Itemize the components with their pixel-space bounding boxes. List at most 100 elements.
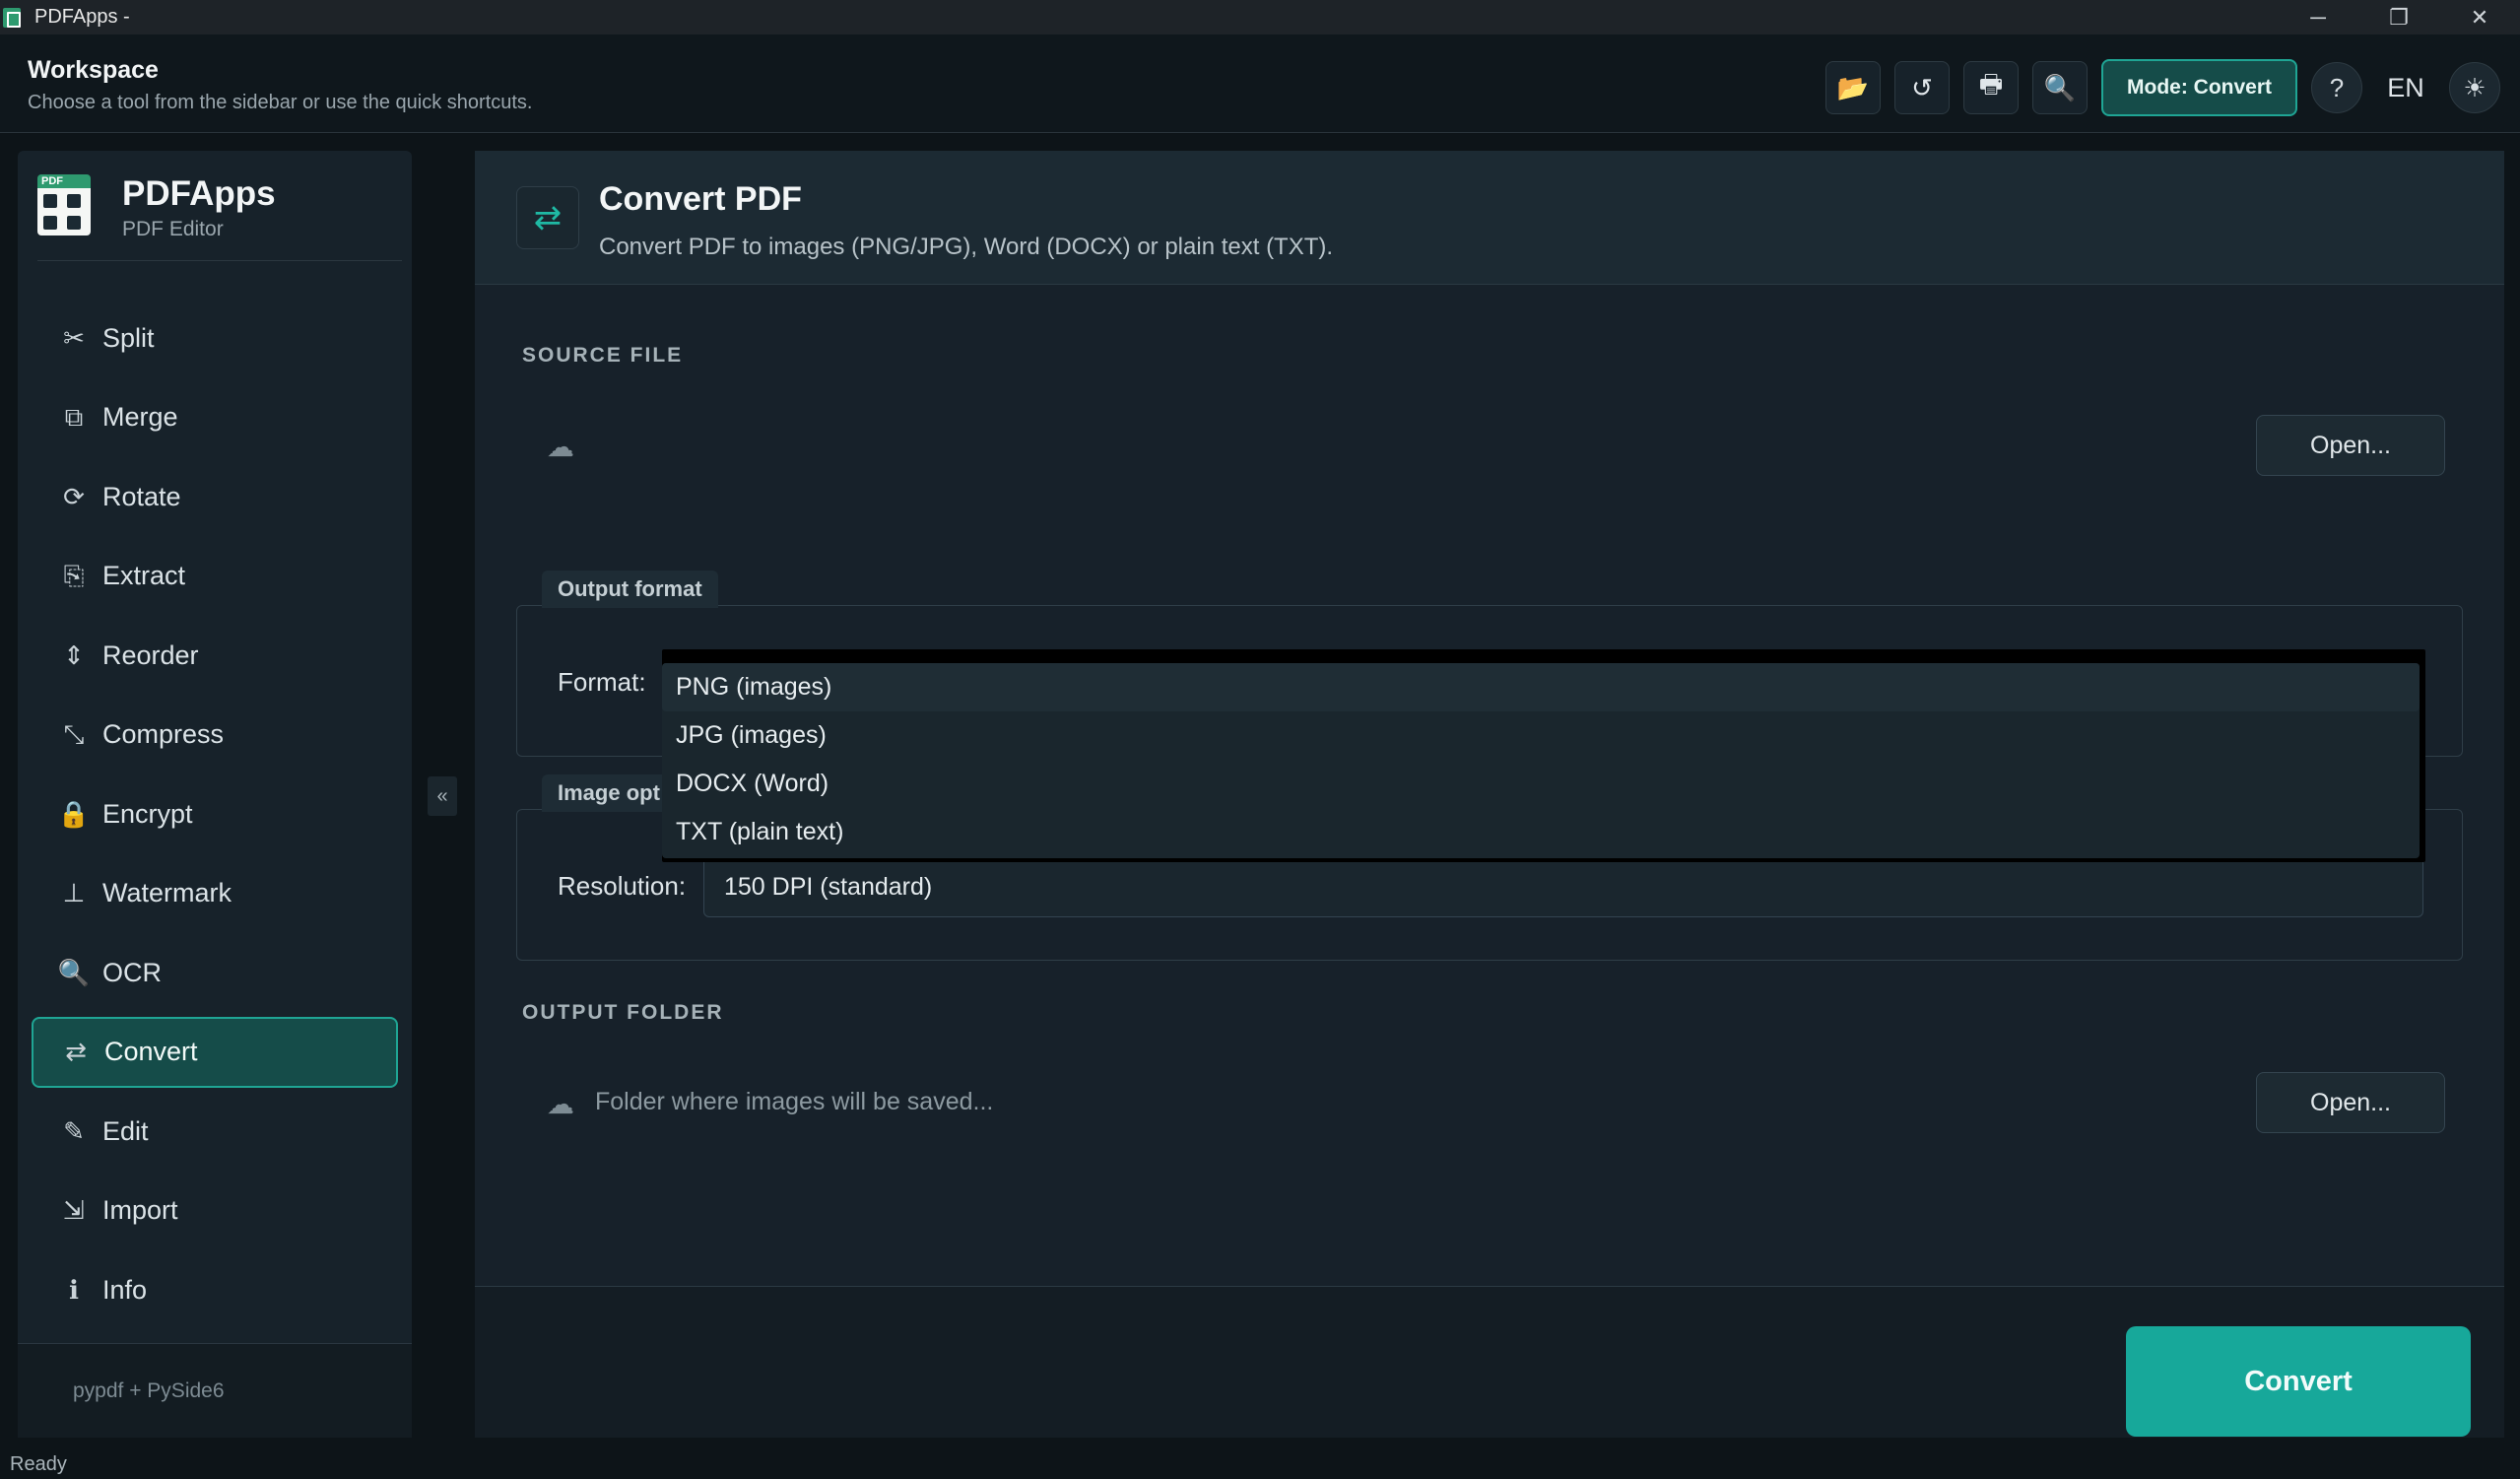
compress-icon: ⤡ bbox=[63, 718, 85, 749]
sidebar-item-merge[interactable]: ⧉ Merge bbox=[32, 382, 398, 453]
double-chevron-left-icon: « bbox=[436, 784, 448, 807]
reorder-icon: ⇕ bbox=[63, 639, 85, 670]
format-dropdown-list: PNG (images) JPG (images) DOCX (Word) TX… bbox=[662, 663, 2420, 858]
format-label: Format: bbox=[558, 667, 646, 697]
sidebar-item-ocr[interactable]: 🔍 OCR bbox=[32, 937, 398, 1008]
panel-footer: Convert bbox=[475, 1286, 2504, 1438]
sidebar-footer: pypdf + PySide6 bbox=[18, 1343, 412, 1438]
format-option-png[interactable]: PNG (images) bbox=[662, 663, 2420, 711]
sidebar-item-label: Compress bbox=[102, 719, 225, 749]
sidebar-item-reorder[interactable]: ⇕ Reorder bbox=[32, 620, 398, 691]
collapse-sidebar-button[interactable]: « bbox=[428, 776, 457, 816]
convert-button[interactable]: Convert bbox=[2126, 1326, 2471, 1437]
lock-icon: 🔒 bbox=[57, 798, 91, 829]
swap-icon: ⇄ bbox=[516, 186, 579, 249]
open-folder-button[interactable]: Open... bbox=[2256, 1072, 2445, 1133]
output-folder-path[interactable]: Folder where images will be saved... bbox=[595, 1088, 993, 1116]
resolution-label: Resolution: bbox=[558, 871, 687, 901]
output-format-group-title: Output format bbox=[542, 571, 718, 608]
sidebar-item-label: Reorder bbox=[102, 639, 199, 670]
sidebar-item-encrypt[interactable]: 🔒 Encrypt bbox=[32, 778, 398, 849]
history-button[interactable]: ↺ bbox=[1894, 61, 1950, 114]
brand-subtitle: PDF Editor bbox=[122, 218, 224, 240]
resolution-value: 150 DPI (standard) bbox=[724, 872, 933, 901]
import-icon: ⇲ bbox=[63, 1195, 85, 1225]
panel-header: ⇄ Convert PDF Convert PDF to images (PNG… bbox=[475, 151, 2504, 285]
app-icon bbox=[3, 7, 21, 28]
resolution-select[interactable]: 150 DPI (standard) bbox=[703, 856, 2423, 917]
status-bar: Ready bbox=[0, 1449, 2520, 1479]
search-icon: 🔍 bbox=[2043, 72, 2077, 102]
format-option-txt[interactable]: TXT (plain text) bbox=[662, 808, 2420, 856]
sidebar-item-import[interactable]: ⇲ Import bbox=[32, 1176, 398, 1246]
image-options-group-title: Image opt bbox=[542, 774, 676, 812]
close-button[interactable]: ✕ bbox=[2439, 0, 2520, 34]
upload-cloud-icon: ☁ bbox=[547, 431, 574, 462]
sidebar-item-label: Import bbox=[102, 1195, 178, 1225]
minimize-button[interactable]: ─ bbox=[2278, 0, 2358, 34]
sidebar-item-convert[interactable]: ⇄ Convert bbox=[32, 1016, 398, 1088]
sidebar-item-label: Info bbox=[102, 1274, 148, 1305]
logo-icon: PDF bbox=[37, 174, 91, 235]
sidebar-item-split[interactable]: ✂ Split bbox=[32, 303, 398, 373]
sidebar-item-label: Rotate bbox=[102, 481, 181, 511]
workspace-subtitle: Choose a tool from the sidebar or use th… bbox=[28, 92, 533, 113]
language-button[interactable]: EN bbox=[2376, 62, 2435, 113]
search-button[interactable]: 🔍 bbox=[2032, 61, 2088, 114]
sidebar-item-label: Encrypt bbox=[102, 798, 193, 829]
sidebar-nav: ✂ Split ⧉ Merge ⟳ Rotate ⎘ Extract ⇕ Reorder … bbox=[32, 303, 398, 1334]
sidebar-item-label: Split bbox=[102, 322, 155, 353]
sidebar-item-info[interactable]: ℹ Info bbox=[32, 1254, 398, 1325]
workspace-header: Workspace Choose a tool from the sidebar… bbox=[0, 34, 2520, 133]
theme-toggle-button[interactable]: ☀ bbox=[2449, 62, 2500, 113]
sidebar-item-label: Edit bbox=[102, 1115, 149, 1146]
panel-title: Convert PDF bbox=[599, 180, 802, 218]
upload-cloud-icon: ☁ bbox=[547, 1088, 574, 1119]
sidebar-item-label: Watermark bbox=[102, 878, 232, 908]
source-file-label: SOURCE FILE bbox=[522, 344, 684, 367]
sidebar-item-rotate[interactable]: ⟳ Rotate bbox=[32, 461, 398, 532]
maximize-button[interactable]: ❐ bbox=[2358, 0, 2439, 34]
sun-icon: ☀ bbox=[2463, 72, 2487, 102]
open-file-button[interactable]: 📂 bbox=[1825, 61, 1881, 114]
format-option-jpg[interactable]: JPG (images) bbox=[662, 711, 2420, 760]
folder-open-icon: 📂 bbox=[1836, 72, 1870, 102]
scissors-icon: ✂ bbox=[63, 322, 85, 353]
sidebar-item-label: Extract bbox=[102, 561, 186, 590]
panel-subtitle: Convert PDF to images (PNG/JPG), Word (D… bbox=[599, 234, 1334, 260]
mode-button[interactable]: Mode: Convert bbox=[2101, 59, 2297, 116]
print-button[interactable]: 🖶 bbox=[1963, 61, 2019, 114]
format-dropdown: PNG (images) JPG (images) DOCX (Word) TX… bbox=[662, 649, 2425, 862]
sidebar-item-label: Merge bbox=[102, 402, 178, 432]
workspace-title: Workspace bbox=[28, 56, 159, 84]
open-source-button[interactable]: Open... bbox=[2256, 415, 2445, 476]
extract-icon: ⎘ bbox=[63, 560, 85, 590]
history-icon: ↺ bbox=[1911, 72, 1933, 102]
output-folder-label: OUTPUT FOLDER bbox=[522, 1001, 724, 1024]
brand-name: PDFApps bbox=[122, 174, 276, 213]
merge-icon: ⧉ bbox=[64, 401, 84, 432]
help-icon: ? bbox=[2329, 72, 2345, 102]
sidebar-item-compress[interactable]: ⤡ Compress bbox=[32, 700, 398, 771]
sidebar-item-label: Convert bbox=[104, 1037, 198, 1066]
window-titlebar: PDFApps - ─ ❐ ✕ bbox=[0, 0, 2520, 34]
swap-icon: ⇄ bbox=[65, 1037, 87, 1066]
sidebar: PDF PDFApps PDF Editor ✂ Split ⧉ Merge ⟳ Ro… bbox=[18, 151, 412, 1438]
sidebar-item-edit[interactable]: ✎ Edit bbox=[32, 1096, 398, 1167]
info-icon: ℹ bbox=[69, 1274, 79, 1305]
logo-text: PDF bbox=[41, 175, 63, 187]
sidebar-item-watermark[interactable]: ⊥ Watermark bbox=[32, 858, 398, 929]
format-option-docx[interactable]: DOCX (Word) bbox=[662, 760, 2420, 808]
header-toolbar: 📂 ↺ 🖶 🔍 Mode: Convert ? EN ☀ bbox=[1825, 59, 2500, 116]
stamp-icon: ⊥ bbox=[62, 878, 86, 908]
help-button[interactable]: ? bbox=[2311, 62, 2362, 113]
print-icon: 🖶 bbox=[1978, 69, 2004, 99]
sidebar-item-label: OCR bbox=[102, 957, 162, 987]
rotate-icon: ⟳ bbox=[63, 481, 85, 511]
magnifier-icon: 🔍 bbox=[57, 957, 91, 987]
sidebar-item-extract[interactable]: ⎘ Extract bbox=[32, 541, 398, 612]
window-title: PDFApps - bbox=[34, 6, 130, 28]
brand: PDF PDFApps PDF Editor bbox=[37, 174, 402, 261]
edit-icon: ✎ bbox=[63, 1115, 85, 1146]
window-controls: ─ ❐ ✕ bbox=[2278, 0, 2520, 34]
